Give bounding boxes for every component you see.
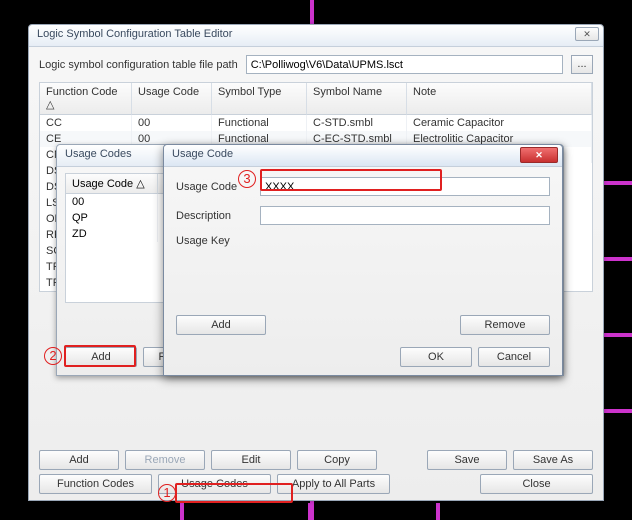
path-input[interactable] — [246, 55, 563, 74]
remove-button[interactable]: Remove — [125, 450, 205, 470]
cancel-button[interactable]: Cancel — [478, 347, 550, 367]
close-icon[interactable]: ✕ — [520, 147, 558, 163]
browse-button[interactable]: ... — [571, 55, 593, 74]
main-titlebar: Logic Symbol Configuration Table Editor … — [29, 25, 603, 47]
save-button[interactable]: Save — [427, 450, 507, 470]
add-button[interactable]: Add — [65, 347, 137, 367]
usage-codes-button[interactable]: Usage Codes — [158, 474, 271, 494]
usage-code-label: Usage Code — [176, 181, 256, 193]
copy-button[interactable]: Copy — [297, 450, 377, 470]
function-codes-button[interactable]: Function Codes — [39, 474, 152, 494]
modal-remove-button[interactable]: Remove — [460, 315, 550, 335]
modal-title: Usage Code — [172, 148, 233, 160]
edit-button[interactable]: Edit — [211, 450, 291, 470]
col-function-code[interactable]: Function Code △ — [40, 83, 132, 115]
main-title: Logic Symbol Configuration Table Editor — [37, 28, 232, 40]
usage-key-label: Usage Key — [176, 235, 256, 247]
usage-code-input[interactable] — [260, 177, 550, 196]
col-note[interactable]: Note — [407, 83, 592, 115]
close-icon[interactable]: ✕ — [575, 27, 599, 41]
saveas-button[interactable]: Save As — [513, 450, 593, 470]
col-symbol-name[interactable]: Symbol Name — [307, 83, 407, 115]
ok-button[interactable]: OK — [400, 347, 472, 367]
modal-titlebar: Usage Code ✕ — [164, 145, 562, 167]
close-button[interactable]: Close — [480, 474, 593, 494]
usage-code-modal: Usage Code ✕ Usage Code Description Usag… — [163, 144, 563, 376]
modal-add-button[interactable]: Add — [176, 315, 266, 335]
path-label: Logic symbol configuration table file pa… — [39, 59, 238, 71]
usage-codes-title: Usage Codes — [65, 148, 132, 160]
col-usage-code[interactable]: Usage Code — [132, 83, 212, 115]
apply-all-button[interactable]: Apply to All Parts — [277, 474, 390, 494]
col-usage-code[interactable]: Usage Code △ — [66, 174, 158, 194]
description-input[interactable] — [260, 206, 550, 225]
col-symbol-type[interactable]: Symbol Type — [212, 83, 307, 115]
description-label: Description — [176, 210, 256, 222]
table-row[interactable]: CC 00 Functional C-STD.smbl Ceramic Capa… — [40, 115, 592, 131]
add-button[interactable]: Add — [39, 450, 119, 470]
